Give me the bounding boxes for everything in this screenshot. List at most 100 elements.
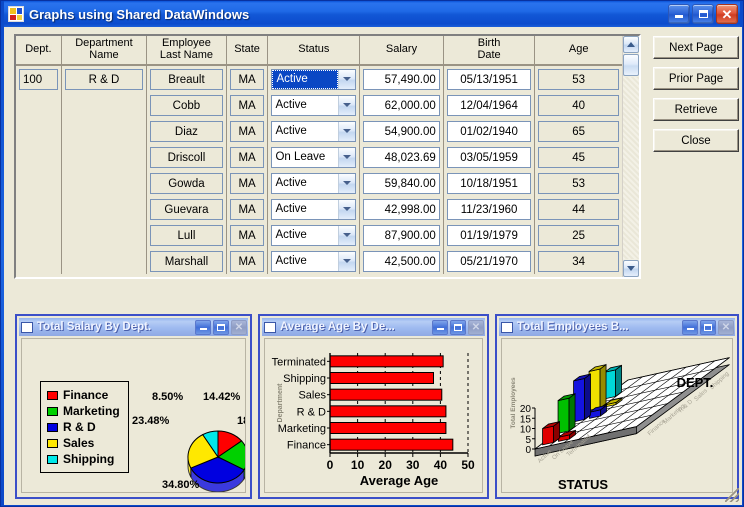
status-dropdown[interactable]: Active — [271, 94, 357, 116]
department-name-cell[interactable] — [62, 248, 148, 274]
salary-cell[interactable]: 57,490.00 — [360, 66, 444, 92]
state-cell[interactable]: MA — [227, 144, 269, 170]
chevron-down-icon[interactable] — [338, 225, 356, 245]
last-name-cell[interactable]: Driscoll — [147, 144, 227, 170]
total-employees-window[interactable]: Total Employees B... ✕ 0 5 10 15 20 Total Emp… — [495, 314, 739, 499]
child-titlebar[interactable]: Total Salary By Dept. ✕ — [19, 318, 248, 336]
state-cell[interactable]: MA — [227, 66, 269, 92]
department-name-cell[interactable] — [62, 92, 148, 118]
child-minimize-button[interactable] — [432, 319, 448, 335]
last-name-cell[interactable]: Cobb — [147, 92, 227, 118]
status-cell[interactable]: Active — [268, 66, 361, 92]
dept-cell[interactable]: 100 — [16, 66, 62, 92]
datawindow-grid[interactable]: Dept. Department Name Employee Last Name S… — [14, 34, 641, 279]
salary-cell[interactable]: 54,900.00 — [360, 118, 444, 144]
column-header-employee-last-name[interactable]: Employee Last Name — [147, 36, 227, 66]
state-cell[interactable]: MA — [227, 222, 269, 248]
status-cell[interactable]: Active — [268, 92, 361, 118]
department-name-cell[interactable] — [62, 118, 148, 144]
chevron-down-icon[interactable] — [338, 69, 356, 89]
column-header-birth-date[interactable]: Birth Date — [443, 36, 536, 66]
resize-grip[interactable] — [725, 488, 739, 502]
department-name-cell[interactable]: R & D — [62, 66, 148, 92]
state-cell[interactable]: MA — [227, 170, 269, 196]
department-name-cell[interactable] — [62, 222, 148, 248]
table-row[interactable]: 100 R & D Breault MA Active 57,490.00 05/13/… — [16, 66, 622, 92]
window-titlebar[interactable]: Graphs using Shared DataWindows ✕ — [4, 1, 740, 27]
average-age-window[interactable]: Average Age By De... ✕ Terminated Shippin… — [258, 314, 489, 499]
chevron-down-icon[interactable] — [338, 95, 356, 115]
status-dropdown[interactable]: Active — [271, 120, 357, 142]
age-cell[interactable]: 25 — [535, 222, 622, 248]
last-name-cell[interactable]: Diaz — [147, 118, 227, 144]
age-cell[interactable]: 53 — [535, 66, 622, 92]
scrollbar-track[interactable] — [623, 77, 639, 259]
child-minimize-button[interactable] — [195, 319, 211, 335]
status-dropdown[interactable]: Active — [271, 224, 357, 246]
child-maximize-button[interactable] — [700, 319, 716, 335]
birth-date-cell[interactable]: 03/05/1959 — [444, 144, 536, 170]
dept-cell[interactable] — [16, 170, 62, 196]
last-name-cell[interactable]: Marshall — [147, 248, 227, 274]
total-salary-window[interactable]: Total Salary By Dept. ✕ Finance Marketing… — [15, 314, 252, 499]
dept-cell[interactable] — [16, 92, 62, 118]
salary-cell[interactable]: 59,840.00 — [360, 170, 444, 196]
birth-date-cell[interactable]: 05/21/1970 — [444, 248, 536, 274]
department-name-cell[interactable] — [62, 144, 148, 170]
child-maximize-button[interactable] — [450, 319, 466, 335]
table-row[interactable]: Driscoll MA On Leave 48,023.69 03/05/1959 4… — [16, 144, 622, 170]
age-cell[interactable]: 40 — [535, 92, 622, 118]
scroll-up-button[interactable] — [623, 36, 639, 53]
prior-page-button[interactable]: Prior Page — [653, 67, 739, 90]
child-close-button[interactable]: ✕ — [468, 319, 484, 335]
age-cell[interactable]: 45 — [535, 144, 622, 170]
child-maximize-button[interactable] — [213, 319, 229, 335]
dept-cell[interactable] — [16, 118, 62, 144]
retrieve-button[interactable]: Retrieve — [653, 98, 739, 121]
child-minimize-button[interactable] — [682, 319, 698, 335]
salary-cell[interactable]: 48,023.69 — [360, 144, 444, 170]
department-name-cell[interactable] — [62, 196, 148, 222]
birth-date-cell[interactable]: 10/18/1951 — [444, 170, 536, 196]
chevron-down-icon[interactable] — [338, 121, 356, 141]
table-row[interactable]: Lull MA Active 87,900.00 01/19/1979 25 — [16, 222, 622, 248]
age-cell[interactable]: 65 — [535, 118, 622, 144]
column-header-dept[interactable]: Dept. — [16, 36, 62, 66]
dept-cell[interactable] — [16, 222, 62, 248]
status-dropdown[interactable]: Active — [271, 198, 357, 220]
status-dropdown[interactable]: Active — [271, 68, 357, 90]
minimize-button[interactable] — [668, 4, 690, 24]
column-header-department-name[interactable]: Department Name — [61, 36, 148, 66]
last-name-cell[interactable]: Breault — [147, 66, 227, 92]
child-close-button[interactable]: ✕ — [231, 319, 247, 335]
birth-date-cell[interactable]: 05/13/1951 — [444, 66, 536, 92]
age-cell[interactable]: 44 — [535, 196, 622, 222]
department-name-cell[interactable] — [62, 170, 148, 196]
status-dropdown[interactable]: Active — [271, 250, 357, 272]
salary-cell[interactable]: 42,998.00 — [360, 196, 444, 222]
birth-date-cell[interactable]: 01/02/1940 — [444, 118, 536, 144]
chevron-down-icon[interactable] — [338, 147, 356, 167]
chevron-down-icon[interactable] — [338, 173, 356, 193]
status-dropdown[interactable]: Active — [271, 172, 357, 194]
scroll-down-button[interactable] — [623, 260, 639, 277]
child-titlebar[interactable]: Total Employees B... ✕ — [499, 318, 735, 336]
salary-cell[interactable]: 62,000.00 — [360, 92, 444, 118]
child-close-button[interactable]: ✕ — [718, 319, 734, 335]
last-name-cell[interactable]: Guevara — [147, 196, 227, 222]
birth-date-cell[interactable]: 01/19/1979 — [444, 222, 536, 248]
table-row[interactable]: Guevara MA Active 42,998.00 11/23/1960 44 — [16, 196, 622, 222]
last-name-cell[interactable]: Gowda — [147, 170, 227, 196]
grid-vertical-scrollbar[interactable] — [622, 36, 639, 277]
column-header-age[interactable]: Age — [535, 36, 622, 66]
table-row[interactable]: Diaz MA Active 54,900.00 01/02/1940 65 — [16, 118, 622, 144]
status-cell[interactable]: On Leave — [268, 144, 361, 170]
state-cell[interactable]: MA — [227, 92, 269, 118]
dept-cell[interactable] — [16, 144, 62, 170]
state-cell[interactable]: MA — [227, 118, 269, 144]
child-titlebar[interactable]: Average Age By De... ✕ — [262, 318, 485, 336]
status-dropdown[interactable]: On Leave — [271, 146, 357, 168]
last-name-cell[interactable]: Lull — [147, 222, 227, 248]
table-row[interactable]: Gowda MA Active 59,840.00 10/18/1951 53 — [16, 170, 622, 196]
dept-cell[interactable] — [16, 196, 62, 222]
